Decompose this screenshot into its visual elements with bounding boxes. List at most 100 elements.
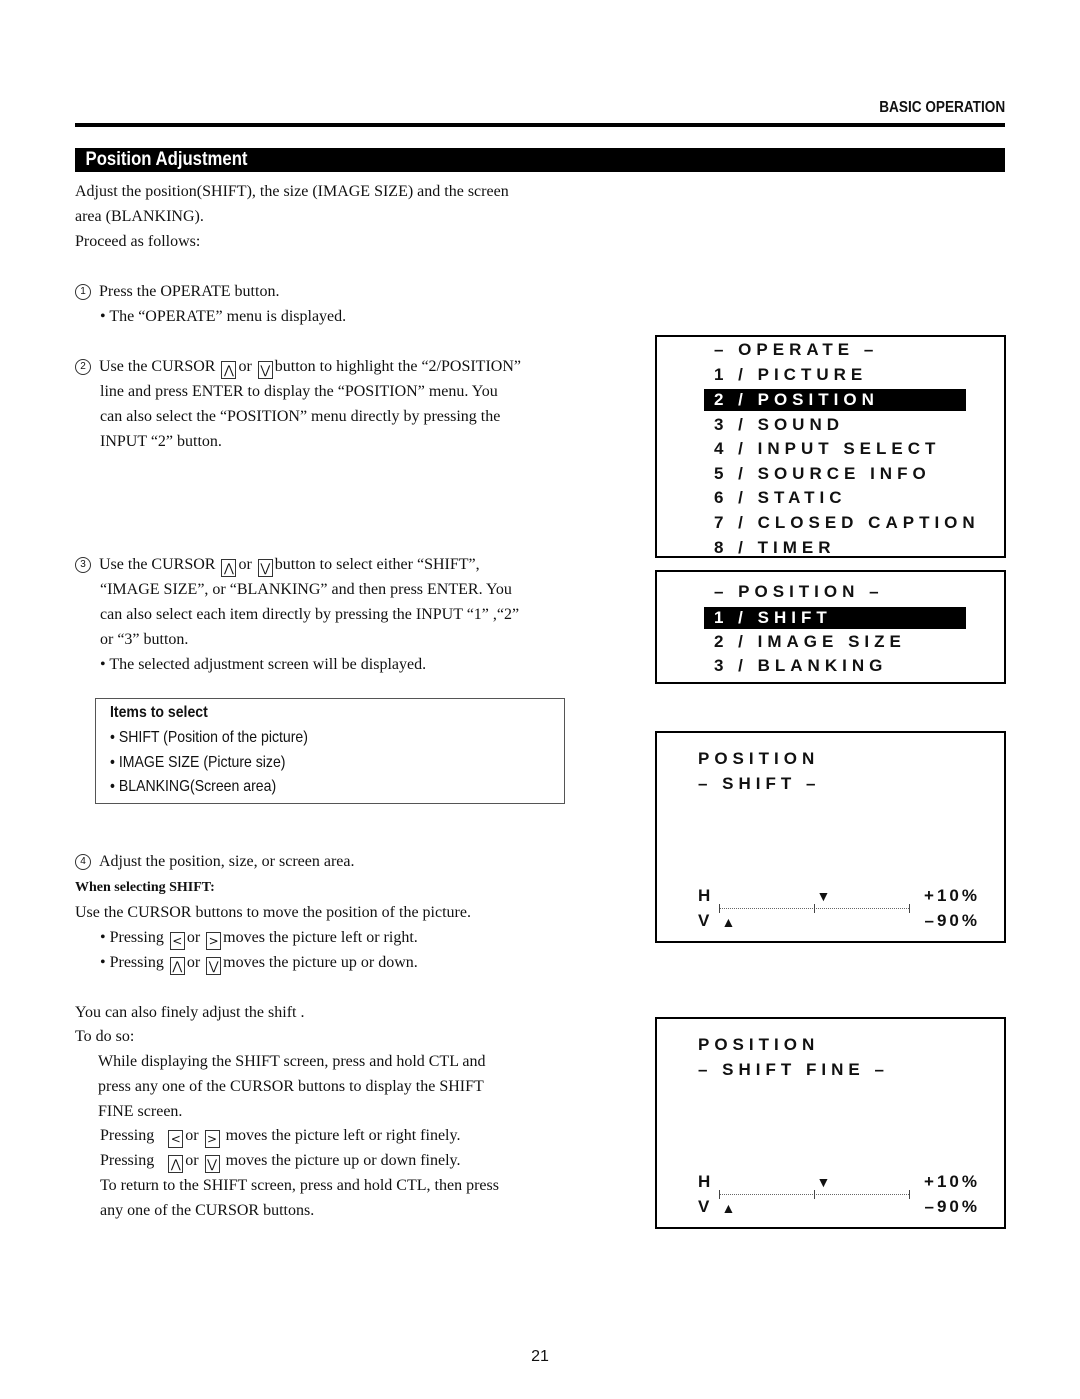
osd-shift-fine-screen: POSITION – SHIFT FINE – H V +10% –90% ▼ …: [655, 1017, 1006, 1229]
shift-heading: When selecting SHIFT:: [75, 880, 215, 895]
osd-screen-subtitle: – SHIFT –: [698, 774, 821, 793]
osd-menu-item[interactable]: 1 / PICTURE: [714, 364, 867, 386]
fine-line: While displaying the SHIFT screen, press…: [98, 1053, 486, 1070]
fine-bullet-ud: Pressing ⋀ or ⋁ moves the picture up or d…: [100, 1149, 460, 1174]
osd-screen-subtitle: – SHIFT FINE –: [698, 1060, 889, 1079]
h-position-marker-icon: ▼: [816, 888, 831, 904]
bullet-text: • Pressing: [100, 929, 164, 946]
intro-line: area (BLANKING).: [75, 208, 204, 225]
top-rule: [75, 123, 1005, 127]
page-title: Position Adjustment: [75, 148, 1005, 172]
bullet-text: Pressing: [100, 1127, 155, 1144]
step-text: or: [238, 358, 252, 375]
bullet-text: moves the picture left or right.: [223, 929, 418, 946]
step-number: 2: [75, 359, 91, 375]
osd-menu-item[interactable]: 2 / IMAGE SIZE: [714, 631, 906, 653]
cursor-up-key-icon: ⋀: [169, 957, 185, 975]
intro-line: Adjust the position(SHIFT), the size (IM…: [75, 183, 509, 200]
osd-screen-title: POSITION: [698, 749, 820, 768]
osd-menu-title: – OPERATE –: [714, 340, 879, 359]
fine-line: To do so:: [75, 1028, 135, 1045]
osd-menu-item[interactable]: 6 / STATIC: [714, 487, 847, 509]
cursor-left-key-icon: <: [168, 1130, 184, 1148]
page-number: 21: [531, 1348, 549, 1365]
step-3-line: can also select each item directly by pr…: [100, 606, 520, 623]
osd-menu-title: – POSITION –: [714, 582, 884, 601]
h-value: +10%: [924, 1172, 980, 1191]
fine-line: You can also finely adjust the shift .: [75, 1004, 305, 1021]
osd-menu-item[interactable]: 3 / BLANKING: [714, 655, 887, 677]
h-label: H: [698, 886, 716, 905]
shift-bullet-ud: • Pressing ⋀ or ⋁ moves the picture up or …: [100, 951, 418, 976]
h-label: H: [698, 1172, 716, 1191]
step-4: 4 Adjust the position, size, or screen ar…: [75, 850, 354, 875]
step-text: Press the OPERATE button.: [99, 283, 280, 300]
bullet-text: Pressing: [100, 1152, 155, 1169]
cursor-down-key-icon: ⋁: [206, 957, 222, 975]
bullet-text: moves the picture up or down finely.: [225, 1152, 461, 1169]
bullet-text: or: [185, 1127, 199, 1144]
step-text: button to select either “SHIFT”,: [274, 556, 480, 573]
osd-menu-item[interactable]: 4 / INPUT SELECT: [714, 438, 940, 460]
step-3-line: or “3” button.: [100, 631, 189, 648]
osd-menu-item[interactable]: 8 / TIMER: [714, 537, 836, 559]
items-box-item: • BLANKING(Screen area): [110, 778, 277, 795]
v-value: –90%: [924, 1197, 980, 1216]
bullet-text: or: [186, 929, 201, 946]
step-3-line: “IMAGE SIZE”, or “BLANKING” and then pre…: [100, 581, 512, 598]
v-value: –90%: [924, 911, 980, 930]
scale-tick-right: [909, 904, 910, 913]
step-number: 3: [75, 557, 91, 573]
cursor-right-key-icon: >: [206, 932, 222, 950]
cursor-down-key-icon: ⋁: [257, 361, 273, 379]
page-title-text: Position Adjustment: [85, 149, 248, 170]
step-text: Use the CURSOR: [99, 556, 216, 573]
v-position-marker-icon: ▲: [721, 914, 736, 930]
shift-text: Use the CURSOR buttons to move the posit…: [75, 904, 471, 921]
scale-tick-left: [719, 1190, 720, 1199]
fine-line: any one of the CURSOR buttons.: [100, 1202, 315, 1219]
osd-menu-item-selected[interactable]: 1 / SHIFT: [704, 607, 966, 629]
items-box-item: • IMAGE SIZE (Picture size): [110, 754, 286, 771]
step-3-bullet: • The selected adjustment screen will be…: [100, 656, 427, 673]
step-2-line: INPUT “2” button.: [100, 433, 222, 450]
step-1-bullet: • The “OPERATE” menu is displayed.: [100, 308, 347, 325]
scale-tick-right: [909, 1190, 910, 1199]
v-label: V: [698, 1197, 715, 1216]
osd-screen-title: POSITION: [698, 1035, 820, 1054]
step-2-line: line and press ENTER to display the “POS…: [100, 383, 498, 400]
items-to-select-box: Items to select • SHIFT (Position of the…: [95, 698, 565, 804]
osd-shift-screen: POSITION – SHIFT – H V +10% –90% ▼ ▲: [655, 731, 1006, 943]
osd-menu-item[interactable]: 3 / SOUND: [714, 414, 844, 436]
osd-menu-item-selected[interactable]: 2 / POSITION: [704, 389, 966, 411]
bullet-text: • Pressing: [100, 954, 164, 971]
fine-line: press any one of the CURSOR buttons to d…: [98, 1078, 484, 1095]
step-text: Use the CURSOR: [99, 358, 216, 375]
bullet-text: or: [185, 1152, 199, 1169]
cursor-down-key-icon: ⋁: [257, 559, 273, 577]
osd-menu-item[interactable]: 5 / SOURCE INFO: [714, 463, 931, 485]
cursor-up-key-icon: ⋀: [168, 1155, 184, 1173]
scale-tick-center: [814, 904, 815, 913]
intro-line: Proceed as follows:: [75, 233, 201, 250]
step-number: 1: [75, 284, 91, 300]
bullet-text: moves the picture left or right finely.: [225, 1127, 461, 1144]
scale-tick-center: [814, 1190, 815, 1199]
cursor-right-key-icon: >: [204, 1130, 220, 1148]
h-position-marker-icon: ▼: [816, 1174, 831, 1190]
step-3: 3 Use the CURSOR ⋀ or ⋁ button to select ei…: [75, 553, 480, 578]
items-box-item: • SHIFT (Position of the picture): [110, 729, 308, 746]
step-text: or: [238, 556, 252, 573]
bullet-text: moves the picture up or down.: [223, 954, 418, 971]
step-text: button to highlight the “2/POSITION”: [274, 358, 521, 375]
step-number: 4: [75, 854, 91, 870]
cursor-down-key-icon: ⋁: [204, 1155, 220, 1173]
fine-line: FINE screen.: [98, 1103, 183, 1120]
osd-operate-menu: – OPERATE – 1 / PICTURE 2 / POSITION 3 /…: [655, 335, 1006, 558]
step-2-line: can also select the “POSITION” menu dire…: [100, 408, 501, 425]
h-value: +10%: [924, 886, 980, 905]
bullet-text: or: [186, 954, 201, 971]
osd-menu-item[interactable]: 7 / CLOSED CAPTION: [714, 512, 980, 534]
cursor-left-key-icon: <: [169, 932, 185, 950]
items-box-title: Items to select: [110, 704, 208, 721]
